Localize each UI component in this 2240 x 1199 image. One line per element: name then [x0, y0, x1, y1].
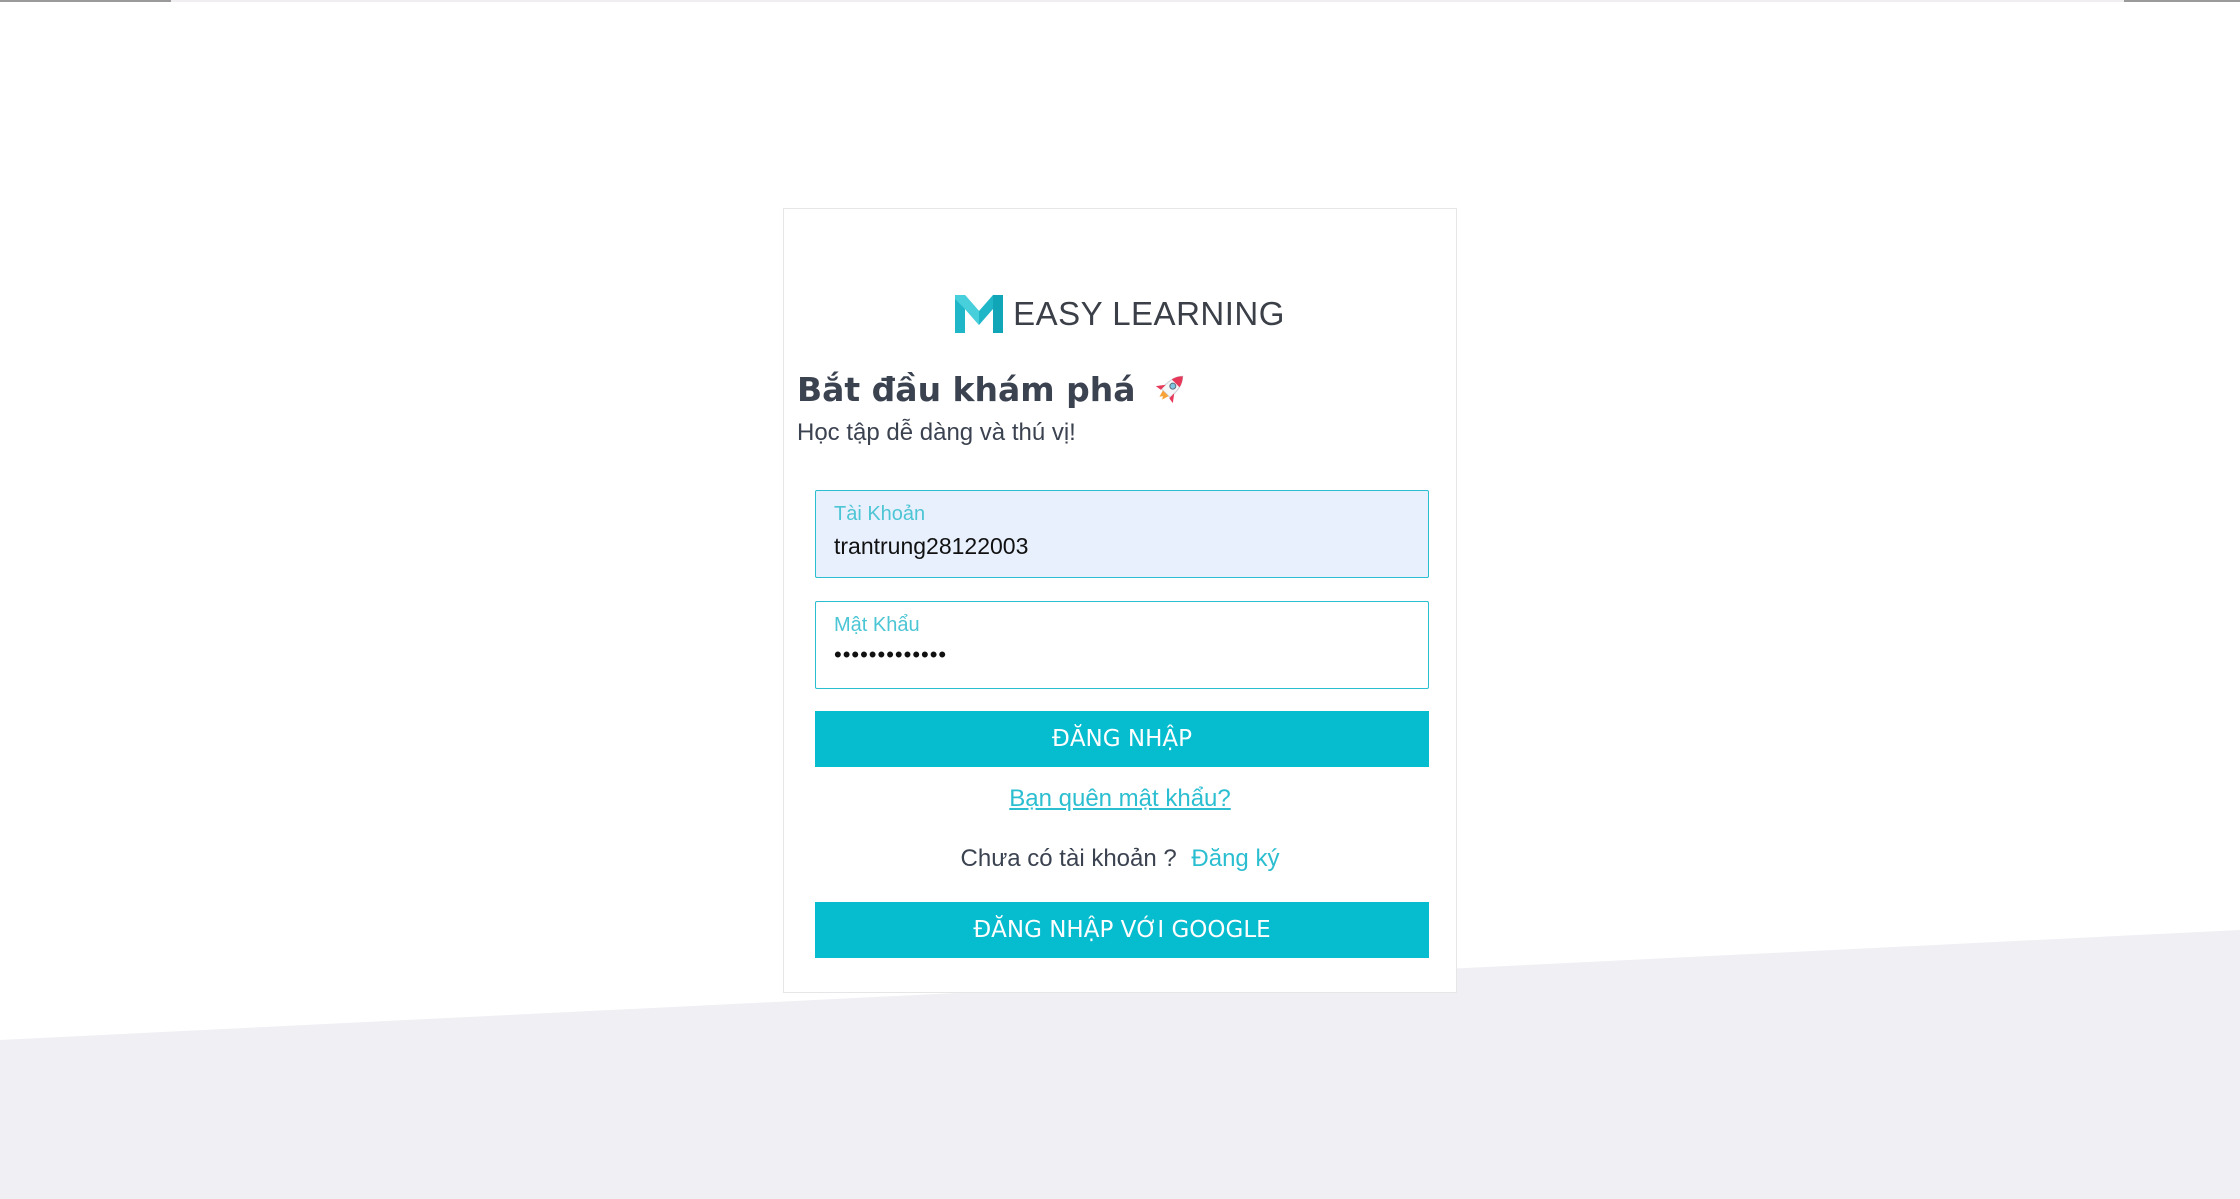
google-login-button[interactable]: ĐĂNG NHẬP VỚI GOOGLE: [815, 902, 1429, 958]
page-heading: Bắt đầu khám phá: [797, 369, 1190, 409]
signup-row: Chưa có tài khoản ? Đăng ký: [784, 845, 1456, 873]
username-field[interactable]: Tài Khoản trantrung28122003: [815, 490, 1429, 578]
m-logo-icon: [955, 295, 1004, 333]
brand-name: EASY LEARNING: [1013, 295, 1285, 332]
forgot-password-link[interactable]: Bạn quên mật khẩu?: [1009, 785, 1231, 812]
brand-header: EASY LEARNING: [784, 295, 1456, 333]
password-label: Mật Khẩu: [834, 614, 920, 636]
forgot-password-row: Bạn quên mật khẩu?: [784, 785, 1456, 813]
password-input[interactable]: •••••••••••••: [834, 642, 1404, 668]
signup-link[interactable]: Đăng ký: [1191, 845, 1279, 872]
password-field[interactable]: Mật Khẩu •••••••••••••: [815, 601, 1429, 689]
signup-prompt: Chưa có tài khoản ?: [960, 845, 1177, 872]
username-input[interactable]: trantrung28122003: [834, 533, 1404, 560]
login-button[interactable]: ĐĂNG NHẬP: [815, 711, 1429, 767]
username-label: Tài Khoản: [834, 503, 926, 525]
login-card: EASY LEARNING Bắt đầu khám phá Học tập d…: [783, 208, 1457, 993]
rocket-icon: [1155, 375, 1183, 404]
heading-text: Bắt đầu khám phá: [797, 369, 1136, 409]
page-subtitle: Học tập dễ dàng và thú vị!: [797, 419, 1076, 446]
login-page: EASY LEARNING Bắt đầu khám phá Học tập d…: [0, 0, 2240, 1199]
